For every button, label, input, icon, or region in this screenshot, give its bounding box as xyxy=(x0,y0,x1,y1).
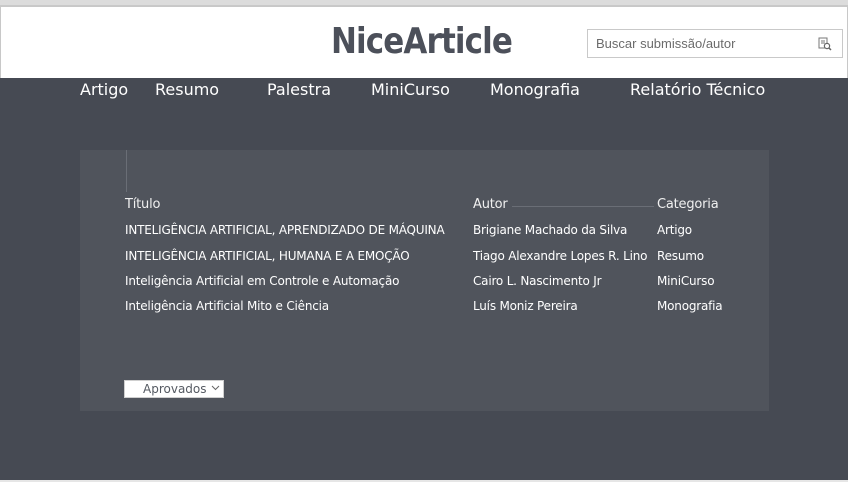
main-area: Artigo Resumo Palestra MiniCurso Monogra… xyxy=(0,78,848,482)
category-nav: Artigo Resumo Palestra MiniCurso Monogra… xyxy=(0,78,848,104)
nav-item-palestra[interactable]: Palestra xyxy=(267,80,331,99)
nav-item-minicurso[interactable]: MiniCurso xyxy=(371,80,450,99)
nav-item-artigo[interactable]: Artigo xyxy=(80,80,128,99)
column-header-categoria: Categoria xyxy=(657,197,719,212)
column-header-autor: Autor xyxy=(473,197,508,212)
search-document-icon[interactable] xyxy=(818,37,832,51)
column-header-titulo: Título xyxy=(125,197,161,212)
search-input[interactable] xyxy=(588,30,816,57)
cell-category: Artigo xyxy=(657,223,692,237)
nav-item-monografia[interactable]: Monografia xyxy=(490,80,580,99)
cell-author: Cairo L. Nascimento Jr xyxy=(473,274,602,288)
cell-title[interactable]: INTELIGÊNCIA ARTIFICIAL, APRENDIZADO DE … xyxy=(125,223,445,237)
status-filter-value: Aprovados xyxy=(143,382,207,396)
header: NiceArticle xyxy=(0,6,848,79)
cell-author: Brigiane Machado da Silva xyxy=(473,223,628,237)
cell-title[interactable]: INTELIGÊNCIA ARTIFICIAL, HUMANA E A EMOÇ… xyxy=(125,249,410,263)
cell-title[interactable]: Inteligência Artificial Mito e Ciência xyxy=(125,299,329,313)
cell-author: Luís Moniz Pereira xyxy=(473,299,578,313)
cell-category: MiniCurso xyxy=(657,274,715,288)
page: NiceArticle Artigo Resumo Palestra MiniC… xyxy=(0,0,848,482)
divider xyxy=(512,206,654,207)
cell-title[interactable]: Inteligência Artificial em Controle e Au… xyxy=(125,274,399,288)
submissions-panel: Título Autor Categoria INTELIGÊNCIA ARTI… xyxy=(80,150,769,411)
search-box xyxy=(587,29,843,58)
brand-logo[interactable]: NiceArticle xyxy=(331,21,513,63)
cell-author: Tiago Alexandre Lopes R. Lino xyxy=(473,249,648,263)
nav-item-resumo[interactable]: Resumo xyxy=(155,80,219,99)
cell-category: Monografia xyxy=(657,299,723,313)
divider xyxy=(126,150,127,192)
nav-item-relatorio-tecnico[interactable]: Relatório Técnico xyxy=(630,80,765,99)
status-filter-select[interactable]: Aprovados xyxy=(124,380,224,398)
cell-category: Resumo xyxy=(657,249,704,263)
chevron-down-icon xyxy=(211,383,220,395)
